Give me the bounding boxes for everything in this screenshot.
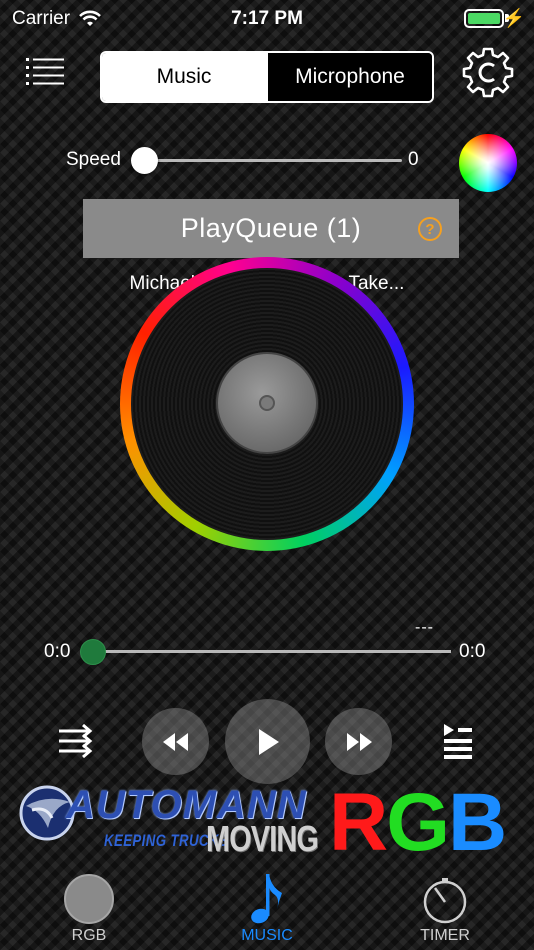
charging-icon: ⚡ [502, 8, 525, 28]
rewind-button[interactable] [142, 708, 209, 775]
speed-slider-thumb[interactable] [131, 147, 158, 174]
speed-slider-track[interactable] [144, 159, 402, 162]
help-icon[interactable]: ? [418, 217, 442, 241]
tab-timer[interactable]: TIMER [356, 866, 534, 950]
rgb-logo-r: R [329, 777, 388, 868]
tab-music-label: MUSIC [241, 927, 293, 944]
rgb-logo-b: B [448, 777, 507, 868]
brand-moving: MOVING [206, 818, 319, 859]
menu-icon [26, 58, 64, 85]
battery-icon [464, 9, 504, 28]
progress-dashes: --- [415, 619, 434, 636]
music-note-icon [251, 874, 282, 924]
tab-rgb[interactable]: RGB [0, 866, 178, 950]
play-button[interactable] [225, 699, 310, 784]
segment-microphone[interactable]: Microphone [266, 53, 432, 101]
speed-value: 0 [408, 149, 419, 170]
tab-music[interactable]: MUSIC [178, 866, 356, 950]
progress-slider-track[interactable] [93, 650, 451, 653]
gear-icon [462, 47, 514, 98]
record-spindle [259, 395, 275, 411]
total-time: 0:0 [459, 641, 486, 662]
rewind-icon [162, 732, 188, 751]
speed-label: Speed [66, 149, 121, 170]
shuffle-button[interactable] [56, 721, 96, 761]
tab-timer-label: TIMER [420, 927, 470, 944]
play-icon [258, 728, 279, 755]
segment-music[interactable]: Music [102, 53, 266, 101]
shuffle-icon [59, 723, 93, 759]
settings-button[interactable] [462, 46, 514, 98]
playqueue-title: PlayQueue (1) [180, 213, 362, 243]
rgb-logo-g: G [386, 777, 450, 868]
status-time: 7:17 PM [231, 8, 303, 29]
rgb-tab-icon [64, 874, 114, 924]
elapsed-time: 0:0 [44, 641, 71, 662]
source-segmented-control: Music Microphone [100, 51, 434, 103]
playqueue-header[interactable]: PlayQueue (1) [83, 199, 459, 258]
color-wheel-icon[interactable] [459, 134, 517, 192]
timer-icon [423, 878, 467, 924]
tab-bar: RGB MUSIC TIMER [0, 866, 534, 950]
rgb-logo: RGB [329, 777, 507, 868]
playlist-button[interactable] [440, 722, 476, 760]
fast-forward-icon [346, 732, 372, 751]
menu-button[interactable] [26, 56, 66, 88]
playlist-icon [444, 724, 472, 759]
tab-rgb-label: RGB [71, 927, 107, 944]
progress-slider-thumb[interactable] [80, 639, 106, 665]
fast-forward-button[interactable] [325, 708, 392, 775]
